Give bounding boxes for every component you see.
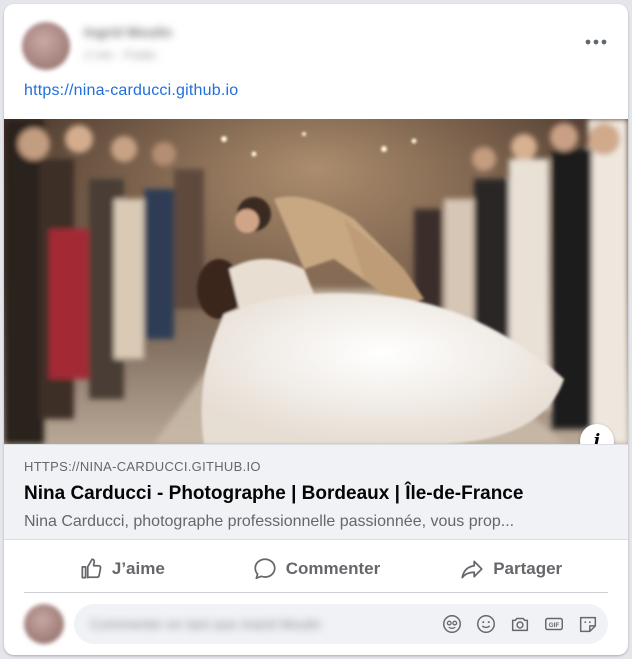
- author-avatar[interactable]: [22, 22, 70, 70]
- speech-bubble-icon: [254, 558, 276, 580]
- avatar-sticker-button[interactable]: [440, 610, 464, 638]
- share-button[interactable]: Partager: [413, 546, 608, 592]
- comment-button[interactable]: Commenter: [219, 546, 414, 592]
- comment-tools: GIF: [440, 610, 600, 638]
- camera-button[interactable]: [508, 610, 532, 638]
- post-meta: 2 min · Public: [84, 48, 157, 62]
- thumbs-up-icon: [81, 558, 102, 579]
- emoji-icon: [477, 615, 495, 633]
- link-domain: HTTPS://NINA-CARDUCCI.GITHUB.IO: [24, 459, 261, 474]
- gif-button[interactable]: GIF: [542, 610, 566, 638]
- sticker-button[interactable]: [576, 610, 600, 638]
- comment-label: Commenter: [285, 559, 381, 578]
- current-user-avatar[interactable]: [24, 604, 64, 644]
- svg-text:GIF: GIF: [549, 622, 560, 629]
- share-arrow-icon: [461, 560, 483, 579]
- camera-icon: [511, 617, 529, 632]
- post-actions: J’aime Commenter Partager: [24, 546, 608, 593]
- link-preview-image[interactable]: [4, 119, 628, 444]
- like-button[interactable]: J’aime: [24, 546, 219, 592]
- post-link[interactable]: https://nina-carducci.github.io: [24, 82, 238, 100]
- share-label: Partager: [493, 559, 563, 578]
- sticker-icon: [579, 616, 597, 633]
- link-title[interactable]: Nina Carducci - Photographe | Bordeaux |…: [24, 483, 523, 505]
- more-options-icon: [585, 39, 607, 45]
- like-label: J’aime: [111, 559, 165, 578]
- link-preview-meta[interactable]: HTTPS://NINA-CARDUCCI.GITHUB.IO Nina Car…: [4, 444, 628, 540]
- emoji-button[interactable]: [474, 610, 498, 638]
- more-options-button[interactable]: [578, 30, 614, 54]
- link-description: Nina Carducci, photographe professionnel…: [24, 513, 515, 530]
- gif-icon: GIF: [545, 617, 563, 631]
- comment-placeholder: Commenter en tant que Ingrid Moulin: [90, 616, 322, 630]
- avatar-sticker-icon: [443, 615, 461, 633]
- comment-composer: Commenter en tant que Ingrid Moulin GIF: [24, 602, 608, 648]
- comment-input[interactable]: Commenter en tant que Ingrid Moulin GIF: [74, 604, 608, 644]
- post-card: Ingrid Moulin 2 min · Public https://nin…: [4, 4, 628, 655]
- author-name[interactable]: Ingrid Moulin: [84, 24, 194, 40]
